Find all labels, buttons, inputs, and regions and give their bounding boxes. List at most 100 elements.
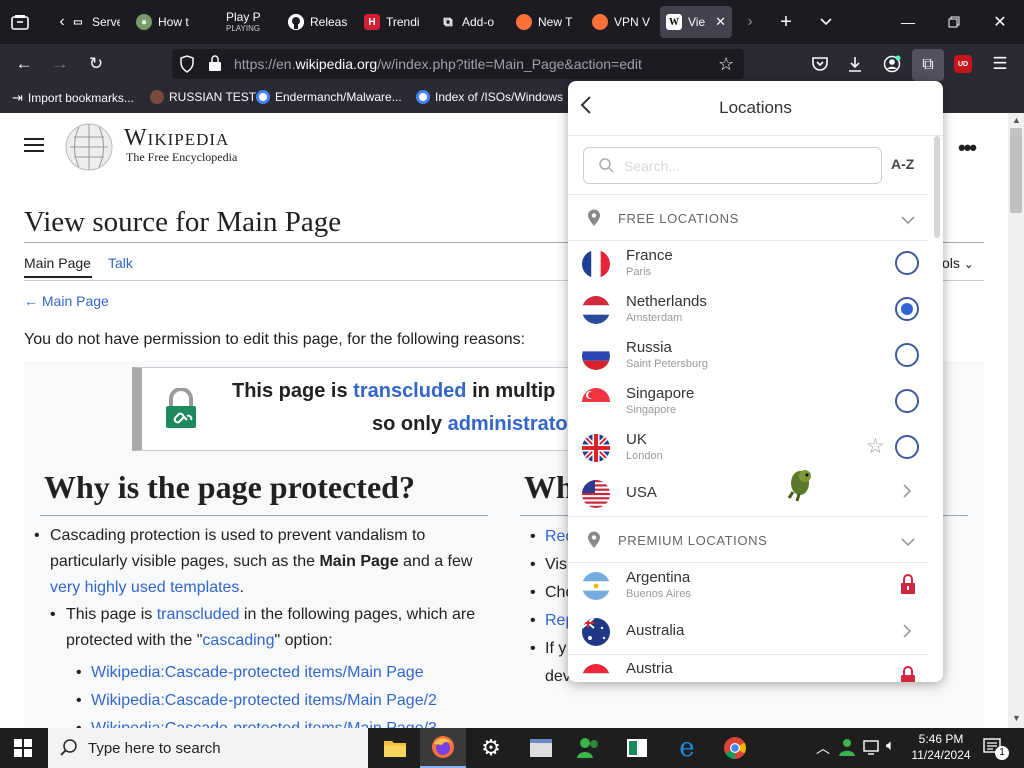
location-australia[interactable]: Australia — [568, 608, 928, 654]
tab-label: Releas — [310, 15, 348, 29]
location-uk[interactable]: UK London ☆ — [568, 424, 928, 470]
tab-addons[interactable]: ⧉ Add-o — [440, 6, 498, 38]
scrollbar-thumb[interactable] — [1010, 128, 1022, 213]
premium-lock-icon[interactable] — [900, 573, 916, 600]
tab-trending[interactable]: H Trendi — [364, 6, 422, 38]
transcluded-link[interactable]: transcluded — [353, 380, 466, 402]
location-radio-selected[interactable] — [895, 297, 919, 321]
main-menu-icon[interactable] — [24, 137, 44, 158]
templates-link[interactable]: very highly used templates — [50, 579, 239, 596]
favorite-star-icon[interactable]: ☆ — [866, 434, 885, 459]
cascade-item-link[interactable]: Wikipedia:Cascade-protected items/Main P… — [91, 692, 437, 709]
network-icon[interactable] — [862, 738, 880, 761]
wikipedia-globe-logo[interactable] — [64, 122, 114, 172]
tab-how-to[interactable]: ● How t — [136, 6, 196, 38]
location-radio[interactable] — [895, 343, 919, 367]
account-icon[interactable] — [880, 52, 904, 76]
document-app-icon[interactable] — [614, 728, 660, 768]
list-all-tabs-icon[interactable] — [814, 10, 838, 34]
permission-message: You do not have permission to edit this … — [24, 331, 526, 348]
tab-vpn[interactable]: ● VPN V — [592, 6, 650, 38]
pocket-icon[interactable] — [808, 52, 832, 76]
location-radio[interactable] — [895, 435, 919, 459]
internet-explorer-icon[interactable]: e — [664, 728, 710, 768]
tab-server[interactable]: ▭ Server — [70, 6, 120, 38]
back-icon[interactable]: ← — [12, 52, 36, 76]
cascade-item-link[interactable]: Wikipedia:Cascade-protected items/Main P… — [91, 664, 424, 681]
location-austria[interactable]: Austria — [568, 654, 928, 682]
cascade-item-link[interactable]: Wikipedia:Cascade-protected items/Main P… — [91, 720, 437, 728]
forward-icon[interactable]: → — [48, 52, 72, 76]
wikipedia-wordmark[interactable]: Wikipedia — [124, 125, 229, 152]
bookmark-star-icon[interactable]: ☆ — [718, 54, 734, 75]
notice-line-2: so only administrato — [372, 413, 568, 436]
location-singapore[interactable]: Singapore Singapore — [568, 378, 928, 424]
tools-dropdown[interactable]: ols ⌄ — [942, 255, 974, 271]
bookmark-endermanch[interactable]: Endermanch/Malware... — [256, 90, 402, 104]
free-locations-header[interactable]: FREE LOCATIONS — [568, 195, 928, 240]
tab-bar: ‹ ▭ Server ● How t Play P PLAYING Releas… — [0, 0, 1024, 44]
extensions-puzzle-icon[interactable]: ⧉ — [912, 49, 944, 81]
premium-lock-icon[interactable] — [900, 665, 916, 682]
transcluded-link[interactable]: transcluded — [157, 606, 240, 623]
clock[interactable]: 5:46 PM 11/24/2024 — [906, 731, 976, 763]
tab-view-source[interactable]: W Vie ✕ — [660, 6, 732, 38]
administrators-link[interactable]: administrato — [448, 413, 568, 435]
chevron-right-icon[interactable] — [903, 484, 912, 503]
restore-icon[interactable] — [942, 10, 966, 34]
sort-az-button[interactable]: A-Z — [891, 156, 914, 172]
cascading-link[interactable]: cascading — [202, 632, 274, 649]
location-radio[interactable] — [895, 389, 919, 413]
file-explorer-icon[interactable] — [372, 728, 418, 768]
lock-icon[interactable] — [208, 55, 222, 75]
tab-scroll-right-icon[interactable]: › — [738, 10, 762, 34]
tab-talk[interactable]: Talk — [108, 255, 133, 271]
notice-text: in multip — [466, 380, 556, 402]
bookmark-russian-test[interactable]: RUSSIAN TEST — [150, 90, 256, 104]
panel-scrollbar-thumb[interactable] — [934, 136, 940, 238]
scroll-down-icon[interactable]: ▼ — [1012, 713, 1021, 723]
tab-main-page[interactable]: Main Page — [24, 255, 91, 271]
location-france[interactable]: France Paris — [568, 240, 928, 286]
back-to-main-page-link[interactable]: ← Main Page — [24, 293, 109, 309]
chevron-right-icon[interactable] — [903, 624, 912, 643]
new-tab-icon[interactable]: + — [774, 10, 798, 34]
page-scrollbar[interactable]: ▲ ▼ — [1008, 113, 1024, 728]
taskbar-search-box[interactable]: Type here to search — [48, 728, 368, 768]
tab-releases[interactable]: Releas — [288, 6, 348, 38]
location-argentina[interactable]: Argentina Buenos Aires — [568, 562, 928, 608]
premium-locations-header[interactable]: PREMIUM LOCATIONS — [568, 517, 928, 562]
downloads-icon[interactable] — [843, 52, 867, 76]
scroll-up-icon[interactable]: ▲ — [1012, 115, 1021, 125]
close-window-icon[interactable]: ✕ — [988, 10, 1012, 34]
minimize-icon[interactable]: — — [896, 10, 920, 34]
bookmark-isos[interactable]: Index of /ISOs/Windows — [416, 90, 563, 104]
chrome-icon[interactable] — [712, 728, 758, 768]
menu-hamburger-icon[interactable]: ☰ — [988, 52, 1012, 76]
location-search-input[interactable]: Search... — [583, 147, 882, 184]
more-options-icon[interactable]: ••• — [958, 135, 977, 161]
volume-icon[interactable]: 🔈︎ — [886, 737, 895, 754]
location-russia[interactable]: Russia Saint Petersburg — [568, 332, 928, 378]
location-netherlands[interactable]: Netherlands Amsterdam — [568, 286, 928, 332]
location-radio[interactable] — [895, 251, 919, 275]
settings-gear-icon[interactable]: ⚙ — [468, 728, 514, 768]
tab-close-icon[interactable]: ✕ — [715, 14, 726, 30]
tray-app-icon[interactable] — [838, 737, 856, 762]
tab-new-tab[interactable]: ● New T — [516, 6, 574, 38]
location-pin-icon — [587, 531, 601, 554]
app-window-icon[interactable] — [518, 728, 564, 768]
url-bar[interactable]: https://en.wikipedia.org/w/index.php?tit… — [172, 49, 744, 79]
bookmark-import[interactable]: ⇥ Import bookmarks... — [12, 90, 134, 106]
bullet-text: This page is — [66, 606, 157, 623]
tracking-protection-icon[interactable] — [179, 55, 195, 76]
location-usa[interactable]: USA — [568, 470, 928, 516]
firefox-view-icon[interactable] — [8, 10, 32, 34]
firefox-taskbar-icon[interactable] — [420, 728, 466, 768]
tab-play[interactable]: Play P PLAYING — [226, 6, 276, 38]
users-app-icon[interactable] — [566, 728, 612, 768]
reload-icon[interactable]: ↻ — [84, 52, 108, 76]
ublock-icon[interactable]: UD — [954, 55, 972, 73]
show-hidden-icons-chevron[interactable]: ︿ — [816, 738, 830, 758]
start-windows-icon[interactable] — [0, 728, 46, 768]
